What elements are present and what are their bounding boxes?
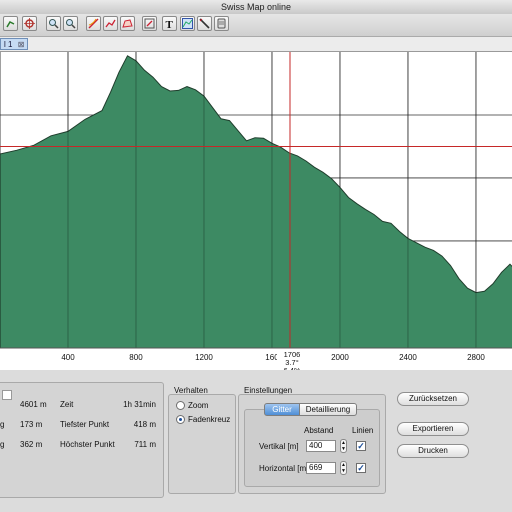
stat-label: Zeit	[60, 400, 74, 409]
marker-icon[interactable]	[22, 16, 37, 31]
tab-gitter[interactable]: Gitter	[264, 403, 300, 416]
edit-icon[interactable]	[142, 16, 157, 31]
stats-marker	[2, 390, 12, 400]
vertikal-stepper[interactable]: ▲ ▼	[340, 439, 347, 453]
x-tick-label: 2800	[467, 353, 485, 362]
elevation-profile-svg[interactable]: 40080012001602000240028003217063.7°6.4%	[0, 52, 512, 375]
tab-label: l 1	[4, 40, 13, 49]
stat-label: g	[0, 420, 5, 429]
zoom-in-icon[interactable]	[46, 16, 61, 31]
draw-line-icon[interactable]	[86, 16, 101, 31]
radio-fadenkreuz-label: Fadenkreuz	[188, 415, 231, 424]
reset-button[interactable]: Zurücksetzen	[397, 392, 469, 406]
close-icon[interactable]: ⊠	[18, 40, 25, 49]
document-tab-row: l 1 ⊠	[0, 37, 512, 52]
col-abstand: Abstand	[304, 426, 334, 435]
horizontal-input[interactable]: 669	[306, 462, 336, 474]
x-tick-label: 2000	[331, 353, 349, 362]
settings-panel: 4601 m Zeit 1h 31min g 173 m Tiefster Punkt 41…	[0, 370, 512, 512]
text-icon[interactable]: T	[162, 16, 177, 31]
horizontal-label: Horizontal [m]	[259, 464, 309, 473]
export-button[interactable]: Exportieren	[397, 422, 469, 436]
stat-value: 711 m	[134, 440, 156, 449]
zoom-out-icon[interactable]	[63, 16, 78, 31]
stat-value: 4601 m	[20, 400, 47, 409]
horizontal-lines-checkbox[interactable]: ✓	[356, 463, 366, 473]
x-tick-label: 1200	[195, 353, 213, 362]
profile-icon[interactable]	[180, 16, 195, 31]
elevation-profile-chart[interactable]: 40080012001602000240028003217063.7°6.4%	[0, 52, 512, 375]
col-linien: Linien	[352, 426, 374, 435]
elevation-area	[0, 55, 512, 349]
stat-value: 173 m	[20, 420, 43, 429]
stat-value: 418 m	[133, 420, 156, 429]
x-tick-label: 2400	[399, 353, 417, 362]
stat-label: Tiefster Punkt	[60, 420, 110, 429]
vertikal-label: Vertikal [m]	[259, 442, 299, 451]
x-tick-label: 400	[61, 353, 75, 362]
stat-label: g	[0, 440, 5, 449]
stat-value: 1h 31min	[123, 400, 156, 409]
window-title: Swiss Map online	[220, 2, 292, 12]
vertikal-input[interactable]: 400	[306, 440, 336, 452]
radio-zoom-label: Zoom	[188, 401, 209, 410]
stat-value: 362 m	[20, 440, 43, 449]
toolbar: T	[0, 14, 512, 37]
draw-path-icon[interactable]	[103, 16, 118, 31]
print-button[interactable]: Drucken	[397, 444, 469, 458]
tab-profile[interactable]: l 1 ⊠	[0, 38, 29, 50]
x-tick-label: 800	[129, 353, 143, 362]
draw-area-icon[interactable]	[120, 16, 135, 31]
tab-detaillierung[interactable]: Detaillierung	[299, 403, 357, 416]
route-icon[interactable]	[3, 16, 18, 31]
print-icon[interactable]	[214, 16, 229, 31]
radio-fadenkreuz[interactable]	[176, 415, 185, 424]
measure-icon[interactable]	[197, 16, 212, 31]
stat-label: Höchster Punkt	[60, 440, 115, 449]
title-bar: Swiss Map online	[0, 0, 512, 15]
horizontal-stepper[interactable]: ▲ ▼	[340, 461, 347, 475]
vertikal-lines-checkbox[interactable]: ✓	[356, 441, 366, 451]
svg-text:T: T	[166, 19, 174, 29]
radio-zoom[interactable]	[176, 401, 185, 410]
